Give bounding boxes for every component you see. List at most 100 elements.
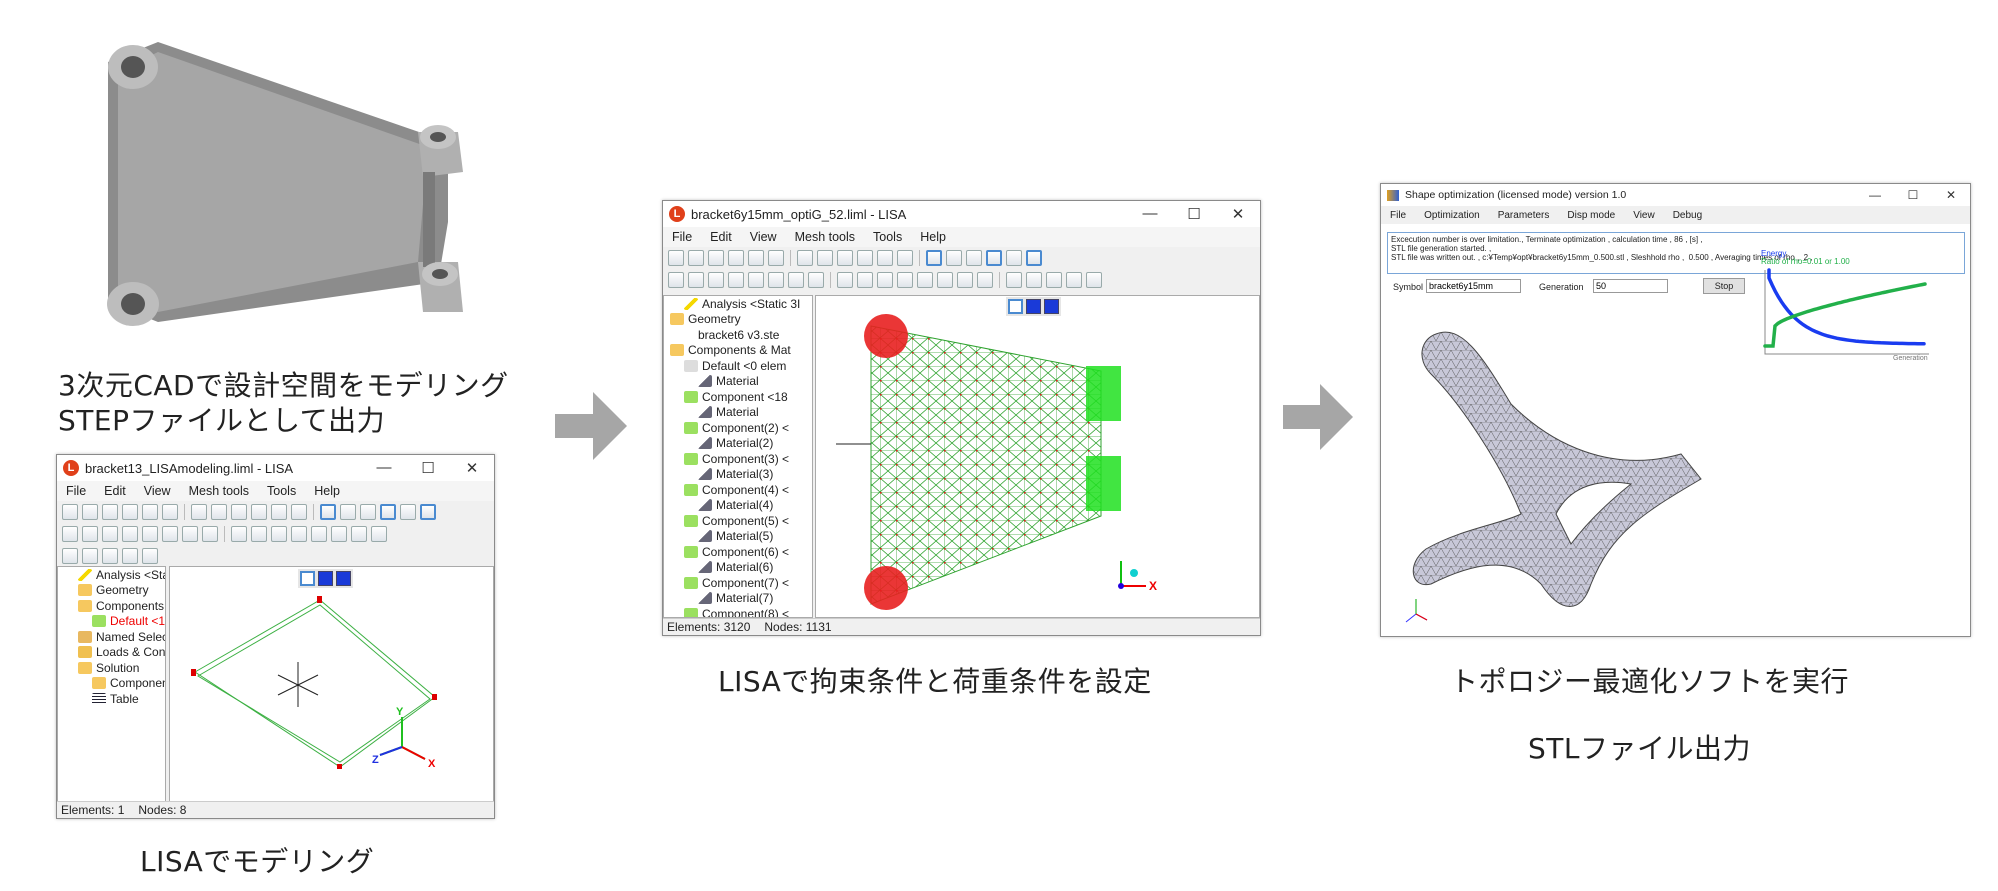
menu-tools[interactable]: Tools [258, 484, 305, 498]
model-tree[interactable]: Analysis <StatGeometryComponents &Defaul… [57, 566, 166, 803]
menu-parameters[interactable]: Parameters [1489, 210, 1559, 221]
menu-mesh-tools[interactable]: Mesh tools [180, 484, 258, 498]
triangle-icon[interactable] [977, 272, 993, 288]
minimize-button[interactable]: — [1128, 205, 1172, 223]
wireframe-cube-icon[interactable] [797, 250, 813, 266]
tree-item[interactable]: Material [664, 374, 812, 390]
square-icon[interactable] [122, 526, 138, 542]
node-tool-icon[interactable] [82, 526, 98, 542]
film-icon[interactable] [1086, 272, 1102, 288]
element-icon[interactable] [102, 526, 118, 542]
shell-icon[interactable] [1046, 272, 1062, 288]
shaded-icon[interactable] [986, 250, 1002, 266]
nodes-icon[interactable] [668, 272, 684, 288]
tree-item[interactable]: Component(3) < [664, 451, 812, 467]
split-icon[interactable] [182, 526, 198, 542]
tree-item[interactable]: bracket6 v3.ste [664, 327, 812, 343]
maximize-button[interactable]: ☐ [1894, 188, 1932, 202]
align-icon[interactable] [1066, 272, 1082, 288]
tree-item[interactable]: Component(4) < [664, 482, 812, 498]
tape-measure-icon[interactable] [291, 504, 307, 520]
menu-debug[interactable]: Debug [1664, 210, 1711, 221]
minimize-button[interactable]: — [362, 459, 406, 477]
tree-item[interactable]: Material [664, 405, 812, 421]
tree-node-icon[interactable] [917, 272, 933, 288]
triangle-icon[interactable] [371, 526, 387, 542]
zoom-fit-icon[interactable] [837, 250, 853, 266]
tree-item[interactable]: Component(8) < [664, 606, 812, 617]
dots-icon[interactable] [331, 526, 347, 542]
load-icon[interactable] [351, 526, 367, 542]
node-tool-icon[interactable] [688, 272, 704, 288]
magnifier-icon[interactable] [857, 250, 873, 266]
menu-view[interactable]: View [1624, 210, 1664, 221]
load-icon[interactable] [957, 272, 973, 288]
menu-edit[interactable]: Edit [95, 484, 135, 498]
stop-button[interactable]: Stop [1703, 278, 1745, 294]
force-icon[interactable] [251, 526, 267, 542]
equal-icon[interactable] [162, 504, 178, 520]
view-icon[interactable] [360, 504, 376, 520]
tree-item[interactable]: Component(6) < [664, 544, 812, 560]
open-folder-icon[interactable] [82, 504, 98, 520]
tree-item[interactable]: Material(6) [664, 560, 812, 576]
tree-item[interactable]: Component(5) < [664, 513, 812, 529]
maximize-button[interactable]: ☐ [406, 459, 450, 477]
force-icon[interactable] [857, 272, 873, 288]
tree-item[interactable]: Named Selecti [58, 629, 165, 645]
menu-edit[interactable]: Edit [701, 230, 741, 244]
cube-wire-icon[interactable] [1026, 250, 1042, 266]
red-cube-icon[interactable] [817, 250, 833, 266]
menu-help[interactable]: Help [911, 230, 955, 244]
redo-icon[interactable] [142, 504, 158, 520]
menu-disp-mode[interactable]: Disp mode [1558, 210, 1624, 221]
new-file-icon[interactable] [62, 504, 78, 520]
cube-outline-icon[interactable] [1006, 250, 1022, 266]
menu-optimization[interactable]: Optimization [1415, 210, 1489, 221]
tree-item[interactable]: Geometry [664, 312, 812, 328]
tree-item[interactable]: Component <18 [664, 389, 812, 405]
tree-node-icon[interactable] [311, 526, 327, 542]
model-viewport[interactable]: X [815, 295, 1260, 618]
tree-item[interactable]: Default <1 [58, 614, 165, 630]
zoom-fit-icon[interactable] [231, 504, 247, 520]
symbol-input[interactable] [1426, 279, 1521, 293]
tree-item[interactable]: Analysis <Static 3I [664, 296, 812, 312]
close-button[interactable]: ✕ [450, 459, 494, 477]
curve-icon[interactable] [1026, 272, 1042, 288]
constraint-icon[interactable] [837, 272, 853, 288]
pressure-icon[interactable] [877, 272, 893, 288]
split-icon[interactable] [788, 272, 804, 288]
seven-icon[interactable] [946, 250, 962, 266]
tree-item[interactable]: Geometry [58, 583, 165, 599]
seven-icon[interactable] [340, 504, 356, 520]
maximize-button[interactable]: ☐ [1172, 205, 1216, 223]
align-icon[interactable] [122, 548, 138, 564]
list-icon[interactable] [808, 272, 824, 288]
nodes-icon[interactable] [62, 526, 78, 542]
tree-item[interactable]: Component(7) < [664, 575, 812, 591]
cube-outline-icon[interactable] [400, 504, 416, 520]
shaded-icon[interactable] [380, 504, 396, 520]
generation-input[interactable] [1593, 279, 1668, 293]
equal-icon[interactable] [768, 250, 784, 266]
tape-measure-icon[interactable] [897, 250, 913, 266]
open-folder-icon[interactable] [688, 250, 704, 266]
tree-item[interactable]: Material(2) [664, 436, 812, 452]
walk-icon[interactable] [271, 504, 287, 520]
tree-item[interactable]: Solution [58, 660, 165, 676]
walk-icon[interactable] [877, 250, 893, 266]
save-icon[interactable] [102, 504, 118, 520]
view-icon[interactable] [966, 250, 982, 266]
tree-item[interactable]: Analysis <Stat [58, 567, 165, 583]
red-cube-icon[interactable] [211, 504, 227, 520]
rotation-icon[interactable] [897, 272, 913, 288]
tree-item[interactable]: Loads & Const [58, 645, 165, 661]
magnifier-icon[interactable] [251, 504, 267, 520]
tree-item[interactable]: Component(2) < [664, 420, 812, 436]
undo-icon[interactable] [122, 504, 138, 520]
menu-mesh-tools[interactable]: Mesh tools [786, 230, 864, 244]
tree-item[interactable]: Material(7) [664, 591, 812, 607]
menu-view[interactable]: View [135, 484, 180, 498]
element-icon[interactable] [708, 272, 724, 288]
